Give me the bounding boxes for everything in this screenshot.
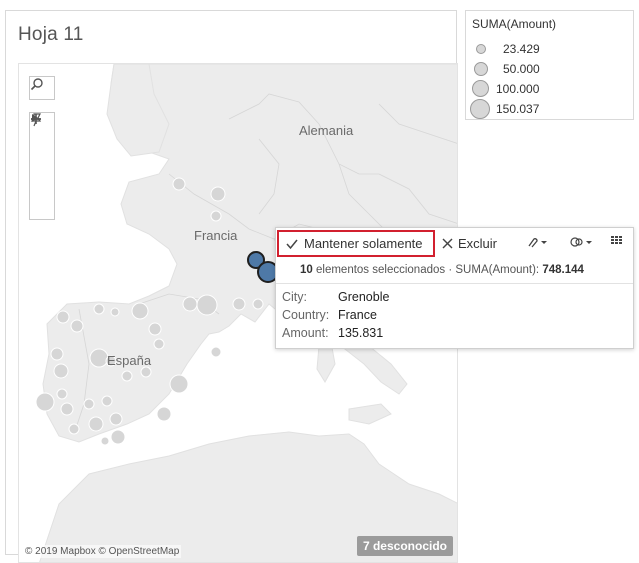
map-mark — [88, 416, 104, 432]
selection-summary: 10 elementos seleccionados · SUMA(Amount… — [300, 264, 584, 276]
search-icon — [30, 78, 43, 91]
map-mark — [109, 412, 123, 426]
pin-map-button[interactable] — [30, 113, 54, 188]
map-mark — [89, 348, 109, 368]
map-mark — [131, 302, 149, 320]
map-mark — [60, 402, 74, 416]
group-menu-button[interactable] — [570, 236, 594, 251]
field-value-country: France — [338, 308, 377, 322]
field-name-country: Country: — [282, 308, 330, 322]
selected-count: 10 — [300, 264, 313, 276]
map-label-france: Francia — [194, 228, 238, 243]
sum-label: SUMA(Amount): — [455, 264, 540, 276]
legend-size-mark — [472, 80, 489, 97]
sheet-title: Hoja 11 — [18, 24, 84, 45]
map-mark — [93, 303, 105, 315]
expand-toolbar-button[interactable] — [30, 114, 54, 213]
close-icon — [442, 238, 453, 249]
legend-item[interactable]: 150.037 — [466, 99, 635, 119]
map-mark — [83, 398, 95, 410]
map-mark — [156, 406, 172, 422]
map-mark — [70, 319, 84, 333]
map-mark — [56, 310, 70, 324]
map-attribution[interactable]: © 2019 Mapbox © OpenStreetMap — [23, 545, 182, 558]
map-label-germany: Alemania — [299, 123, 354, 138]
legend-size-mark — [474, 62, 488, 76]
map-mark — [68, 423, 80, 435]
field-value-city: Grenoble — [338, 290, 390, 304]
map-toolbar — [29, 112, 55, 220]
legend-size-mark — [470, 99, 490, 119]
map-mark — [35, 392, 55, 412]
map-mark — [53, 363, 69, 379]
map-search-button[interactable] — [29, 76, 55, 100]
group-icon — [570, 237, 592, 247]
selection-tooltip: Mantener solamente Excluir 10 elementos … — [275, 227, 634, 349]
legend-item-label: 150.037 — [496, 102, 540, 116]
map-mark — [210, 186, 226, 202]
legend-item[interactable]: 50.000 — [466, 59, 635, 79]
map-mark — [101, 395, 113, 407]
sum-value: 748.144 — [542, 264, 584, 276]
legend-item-label: 100.000 — [496, 82, 540, 96]
map-mark — [210, 346, 222, 358]
map-mark — [50, 347, 64, 361]
keep-only-button[interactable]: Mantener solamente — [277, 230, 435, 257]
paperclip-icon — [528, 238, 547, 248]
summary-separator: · — [448, 264, 453, 276]
legend-title: SUMA(Amount) — [472, 17, 557, 31]
check-icon — [286, 239, 298, 249]
legend-item-label: 50.000 — [503, 62, 540, 76]
legend-size-mark — [476, 44, 486, 54]
annotate-menu-button[interactable] — [526, 236, 548, 251]
map-mark — [252, 298, 264, 310]
field-name-amount: Amount: — [282, 326, 329, 340]
field-value-amount: 135.831 — [338, 326, 384, 340]
legend-item-label: 23.429 — [503, 42, 540, 56]
tooltip-toolbar: Mantener solamente Excluir — [276, 228, 633, 258]
table-icon — [611, 236, 622, 244]
map-mark — [169, 374, 189, 394]
tableau-worksheet: Hoja 11 Alemania Francia España © 2019 M… — [0, 0, 639, 563]
field-name-city: City: — [282, 290, 307, 304]
map-mark — [140, 366, 152, 378]
unknown-locations-badge[interactable]: 7 desconocido — [356, 536, 453, 556]
map-mark — [182, 296, 198, 312]
map-mark — [148, 322, 162, 336]
exclude-label: Excluir — [458, 236, 498, 251]
map-mark — [153, 338, 165, 350]
tooltip-divider — [276, 283, 633, 284]
selected-text: elementos seleccionados — [316, 264, 446, 276]
map-mark — [110, 429, 126, 445]
map-mark — [232, 297, 246, 311]
map-mark — [110, 307, 120, 317]
map-mark — [196, 294, 218, 316]
zoom-out-button[interactable] — [30, 118, 54, 163]
legend-item[interactable]: 100.000 — [466, 79, 635, 99]
map-mark — [56, 388, 68, 400]
map-mark — [121, 370, 133, 382]
map-label-spain: España — [107, 353, 152, 368]
keep-only-label: Mantener solamente — [304, 236, 423, 251]
size-legend: SUMA(Amount) 23.429 50.000 100.000 150.0… — [465, 10, 634, 120]
exclude-button[interactable]: Excluir — [442, 236, 497, 251]
legend-item[interactable]: 23.429 — [466, 39, 635, 59]
map-mark — [210, 210, 222, 222]
map-mark — [172, 177, 186, 191]
play-arrow-icon — [32, 114, 38, 122]
map-mark — [100, 436, 110, 446]
view-data-button[interactable] — [611, 236, 623, 250]
